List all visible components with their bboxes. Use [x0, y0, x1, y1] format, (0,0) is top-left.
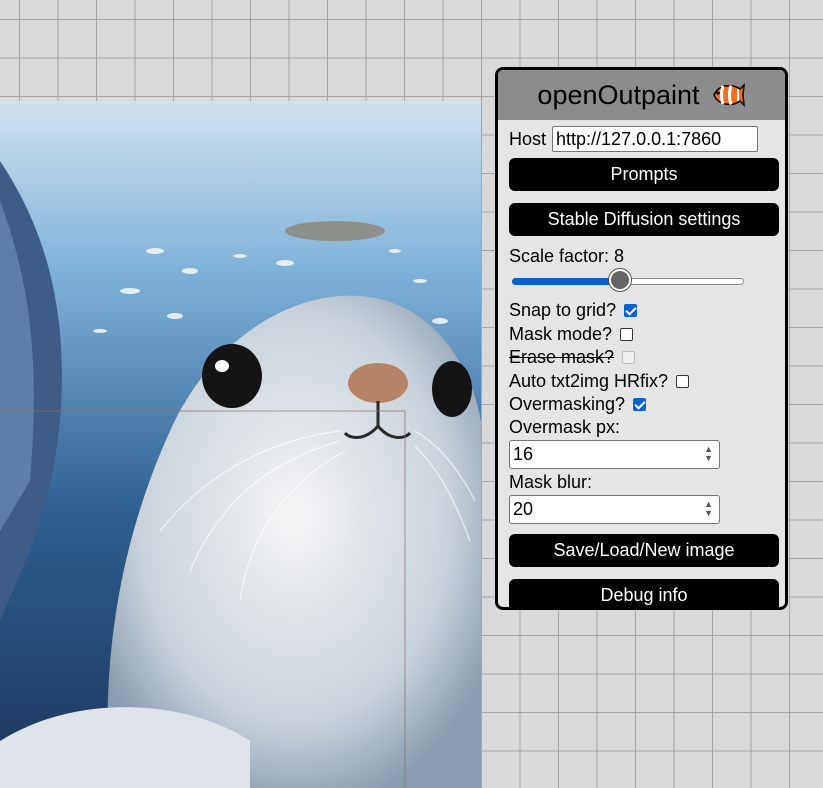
overmasking-row: Overmasking? [509, 393, 774, 417]
seal-image [0, 101, 481, 788]
snap-to-grid-row: Snap to grid? [509, 299, 774, 323]
overmasking-checkbox[interactable] [633, 398, 647, 412]
overmask-px-label: Overmask px: [509, 416, 621, 437]
panel-header[interactable]: openOutpaint [498, 70, 785, 120]
app-title: openOutpaint [537, 79, 700, 110]
scale-factor-slider[interactable] [512, 269, 744, 293]
spinner-icon[interactable]: ▲ ▼ [704, 500, 713, 518]
mask-mode-row: Mask mode? [509, 323, 774, 347]
host-label: Host [509, 128, 547, 149]
slider-fill [512, 278, 621, 285]
erase-mask-row: Erase mask? [509, 346, 774, 370]
snap-to-grid-checkbox[interactable] [624, 304, 638, 318]
overmask-px-value: 16 [513, 443, 534, 464]
save-load-new-image-button[interactable]: Save/Load/New image [509, 533, 779, 567]
debug-info-button[interactable]: Debug info [509, 578, 779, 607]
erase-mask-label: Erase mask? [509, 347, 615, 368]
clownfish-icon [712, 82, 745, 108]
host-input[interactable] [552, 126, 759, 152]
mask-mode-label: Mask mode? [509, 323, 613, 344]
stable-diffusion-settings-button[interactable]: Stable Diffusion settings [509, 203, 779, 236]
overmask-px-input[interactable]: 16 ▲ ▼ [509, 439, 720, 469]
slider-thumb[interactable] [609, 269, 632, 291]
prompts-button[interactable]: Prompts [509, 158, 779, 191]
settings-panel: openOutpaint Host Prompts Stable Diffusi… [495, 67, 788, 610]
mask-mode-checkbox[interactable] [620, 327, 634, 341]
snap-to-grid-label: Snap to grid? [509, 300, 617, 321]
spinner-icon[interactable]: ▲ ▼ [704, 445, 713, 463]
mask-blur-label: Mask blur: [509, 471, 593, 492]
mask-blur-value: 20 [513, 498, 534, 519]
spin-down-icon[interactable]: ▼ [704, 453, 713, 463]
overmasking-label: Overmasking? [509, 394, 626, 415]
generated-image[interactable] [0, 101, 481, 788]
spin-down-icon[interactable]: ▼ [704, 508, 713, 518]
host-row: Host [509, 126, 774, 152]
auto-hrfix-label: Auto txt2img HRfix? [509, 370, 669, 391]
auto-hrfix-row: Auto txt2img HRfix? [509, 370, 774, 394]
erase-mask-checkbox [622, 351, 636, 365]
auto-hrfix-checkbox[interactable] [676, 374, 690, 388]
scale-factor-label: Scale factor: 8 [509, 246, 625, 266]
mask-blur-input[interactable]: 20 ▲ ▼ [509, 494, 720, 524]
